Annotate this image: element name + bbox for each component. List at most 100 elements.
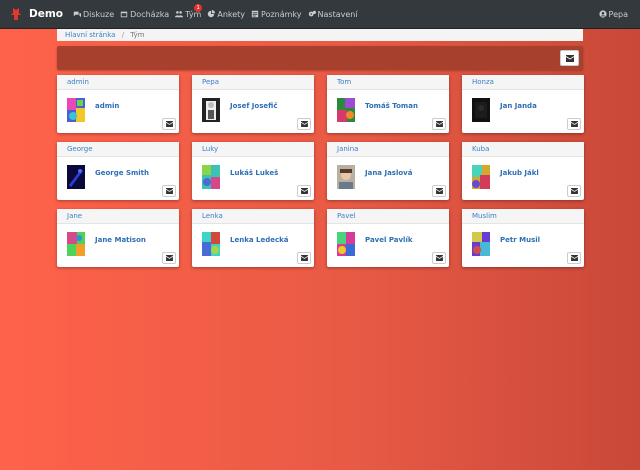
breadcrumb-separator: / (121, 31, 125, 39)
member-fullname[interactable]: Lenka Ledecká (230, 236, 289, 244)
mail-member-button[interactable] (432, 118, 446, 130)
member-card: Muslim Petr Musil (462, 209, 584, 267)
user-circle-icon (598, 10, 607, 18)
envelope-icon (570, 255, 578, 261)
avatar[interactable] (337, 232, 355, 256)
avatar[interactable] (337, 98, 355, 122)
nav-item-poznamky[interactable]: Poznámky (251, 9, 302, 19)
envelope-icon (300, 255, 308, 261)
mail-member-button[interactable] (162, 118, 176, 130)
member-username: Honza (462, 75, 584, 90)
avatar[interactable] (472, 98, 490, 122)
user-name: Pepa (608, 9, 628, 19)
nav-item-tym[interactable]: Tým 1 (175, 3, 203, 19)
brand-logo-icon (11, 8, 21, 20)
nav-item-ankety[interactable]: Ankety (207, 10, 245, 19)
member-username: Pepa (192, 75, 314, 90)
nav-item-label: Ankety (217, 9, 246, 19)
avatar[interactable] (337, 165, 355, 189)
member-card: Jane Jane Matison (57, 209, 179, 267)
avatar[interactable] (472, 232, 490, 256)
nav-item-label: Diskuze (83, 9, 115, 19)
avatar[interactable] (202, 98, 220, 122)
member-card: Kuba Jakub Jákl (462, 142, 584, 200)
breadcrumb-current: Tým (130, 31, 145, 39)
user-menu[interactable]: Pepa (598, 9, 628, 19)
top-navbar: Demo Diskuze Docházka Tým 1 Ankety Pozná… (0, 0, 640, 29)
envelope-icon (165, 121, 173, 127)
avatar[interactable] (67, 165, 85, 189)
mail-member-button[interactable] (297, 185, 311, 197)
nav-item-label: Nastavení (317, 9, 358, 19)
member-username: Lenka (192, 209, 314, 224)
envelope-icon (165, 188, 173, 194)
member-card: admin admin (57, 75, 179, 133)
member-fullname[interactable]: Jan Janda (500, 102, 537, 110)
nav-item-label: Poznámky (261, 9, 302, 19)
member-fullname[interactable]: Jane Matison (95, 236, 146, 244)
member-card: Lenka Lenka Ledecká (192, 209, 314, 267)
envelope-icon (300, 188, 308, 194)
mail-member-button[interactable] (162, 185, 176, 197)
mail-member-button[interactable] (432, 252, 446, 264)
breadcrumb-home-link[interactable]: Hlavní stránka (65, 31, 115, 39)
mail-member-button[interactable] (567, 185, 581, 197)
breadcrumb: Hlavní stránka / Tým (57, 29, 583, 41)
envelope-icon (435, 188, 443, 194)
mail-member-button[interactable] (567, 118, 581, 130)
comments-icon (73, 11, 81, 18)
member-username: Kuba (462, 142, 584, 157)
notification-badge: 1 (194, 3, 203, 12)
notes-icon (251, 10, 259, 18)
calendar-icon (120, 11, 128, 18)
mail-all-button[interactable] (560, 50, 579, 66)
member-fullname[interactable]: Jana Jaslová (365, 169, 412, 177)
member-card: Pepa Josef Josefič (192, 75, 314, 133)
avatar[interactable] (202, 165, 220, 189)
mail-member-button[interactable] (567, 252, 581, 264)
envelope-icon (165, 255, 173, 261)
member-username: Janina (327, 142, 449, 157)
mail-member-button[interactable] (432, 185, 446, 197)
avatar[interactable] (472, 165, 490, 189)
nav-item-nastaveni[interactable]: Nastavení (308, 10, 358, 19)
member-username: Tom (327, 75, 449, 90)
brand[interactable]: Demo (10, 7, 63, 21)
member-fullname[interactable]: Petr Musil (500, 236, 540, 244)
member-fullname[interactable]: Tomáš Toman (365, 102, 418, 110)
member-fullname[interactable]: Josef Josefič (230, 102, 277, 110)
member-fullname[interactable]: George Smith (95, 169, 149, 177)
mail-member-button[interactable] (297, 252, 311, 264)
nav-item-diskuze[interactable]: Diskuze (73, 10, 114, 19)
team-header-banner (57, 46, 583, 70)
envelope-icon (435, 121, 443, 127)
mail-member-button[interactable] (162, 252, 176, 264)
member-username: George (57, 142, 179, 157)
member-fullname[interactable]: Pavel Pavlík (365, 236, 413, 244)
member-card: Tom Tomáš Toman (327, 75, 449, 133)
brand-name: Demo (29, 8, 63, 20)
envelope-icon (565, 54, 574, 62)
member-card: Luky Lukáš Lukeš (192, 142, 314, 200)
envelope-icon (570, 188, 578, 194)
member-card: Pavel Pavel Pavlík (327, 209, 449, 267)
member-username: Muslim (462, 209, 584, 224)
nav-item-dochazka[interactable]: Docházka (120, 10, 169, 19)
pie-chart-icon (208, 10, 216, 18)
avatar[interactable] (202, 232, 220, 256)
avatar[interactable] (67, 98, 85, 122)
member-username: Pavel (327, 209, 449, 224)
mail-member-button[interactable] (297, 118, 311, 130)
avatar[interactable] (67, 232, 85, 256)
member-card: George George Smith (57, 142, 179, 200)
member-username: admin (57, 75, 179, 90)
users-icon (175, 11, 184, 18)
member-card: Janina Jana Jaslová (327, 142, 449, 200)
member-fullname[interactable]: admin (95, 102, 119, 110)
envelope-icon (300, 121, 308, 127)
member-fullname[interactable]: Jakub Jákl (500, 169, 539, 177)
member-card: Honza Jan Janda (462, 75, 584, 133)
member-username: Jane (57, 209, 179, 224)
envelope-icon (435, 255, 443, 261)
member-fullname[interactable]: Lukáš Lukeš (230, 169, 278, 177)
